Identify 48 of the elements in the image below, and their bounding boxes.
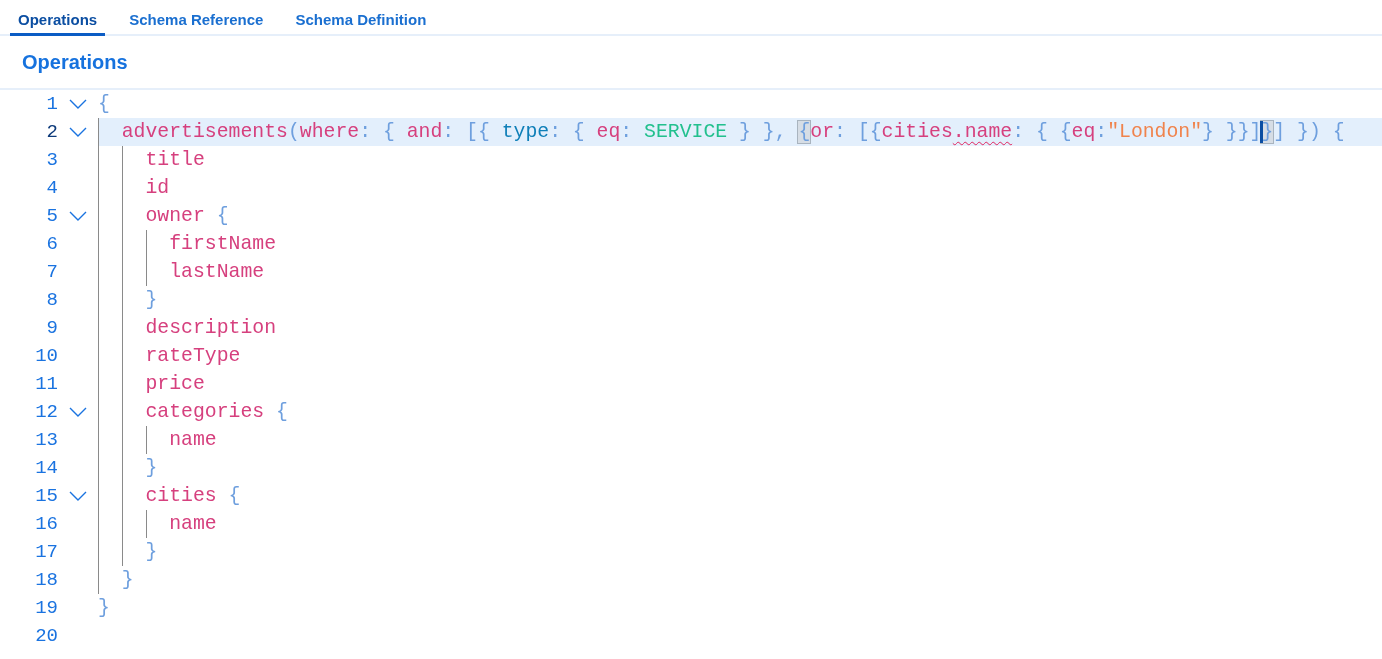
line-number: 7 [45, 261, 58, 283]
chevron-down-icon[interactable] [69, 99, 87, 109]
line-number: 17 [34, 541, 58, 563]
line-number: 9 [45, 317, 58, 339]
code-line: } [98, 596, 110, 621]
line-number: 16 [34, 513, 58, 535]
line-number: 19 [34, 597, 58, 619]
tab[interactable]: Schema Reference [121, 0, 272, 36]
code-line: { [98, 92, 110, 117]
code-line: price [144, 372, 205, 397]
line-number: 5 [45, 205, 58, 227]
line-number: 8 [45, 289, 58, 311]
line-number: 1 [45, 93, 58, 115]
line-number: 14 [34, 457, 58, 479]
tab[interactable]: Schema Definition [287, 0, 435, 36]
code-line: description [144, 316, 277, 341]
section-title: Operations [22, 50, 128, 74]
tab[interactable]: Operations [10, 0, 106, 36]
line-number: 10 [34, 345, 58, 367]
chevron-down-icon[interactable] [69, 127, 87, 137]
chevron-down-icon[interactable] [69, 211, 87, 221]
line-number: 20 [34, 625, 58, 647]
line-number: 12 [34, 401, 58, 423]
code-line: rateType [144, 344, 241, 369]
line-number: 18 [34, 569, 58, 591]
chevron-down-icon[interactable] [69, 407, 87, 417]
line-number: 3 [45, 149, 58, 171]
chevron-down-icon[interactable] [69, 491, 87, 501]
code-line: name [168, 428, 217, 453]
line-number: 15 [34, 485, 58, 507]
code-line: name [168, 512, 217, 537]
line-number: 6 [45, 233, 58, 255]
code-line: } [120, 568, 134, 593]
code-line: owner { [144, 204, 229, 229]
line-number: 13 [34, 429, 58, 451]
code-line: id [144, 176, 170, 201]
line-number: 2 [45, 121, 58, 143]
code-line: title [144, 148, 205, 173]
code-line: lastName [168, 260, 265, 285]
code-line: cities { [144, 484, 241, 509]
line-number: 4 [45, 177, 58, 199]
code-line: advertisements(where: { and: [{ type: { eq: SERVICE } }, {or: [{cities.name: { {eq:"London"} }}]}] }) { [120, 119, 1345, 145]
code-line: } [144, 456, 158, 481]
code-line: firstName [168, 232, 277, 257]
code-line: categories { [144, 400, 288, 425]
line-number: 11 [34, 373, 58, 395]
code-line: } [144, 540, 158, 565]
code-line: } [144, 288, 158, 313]
